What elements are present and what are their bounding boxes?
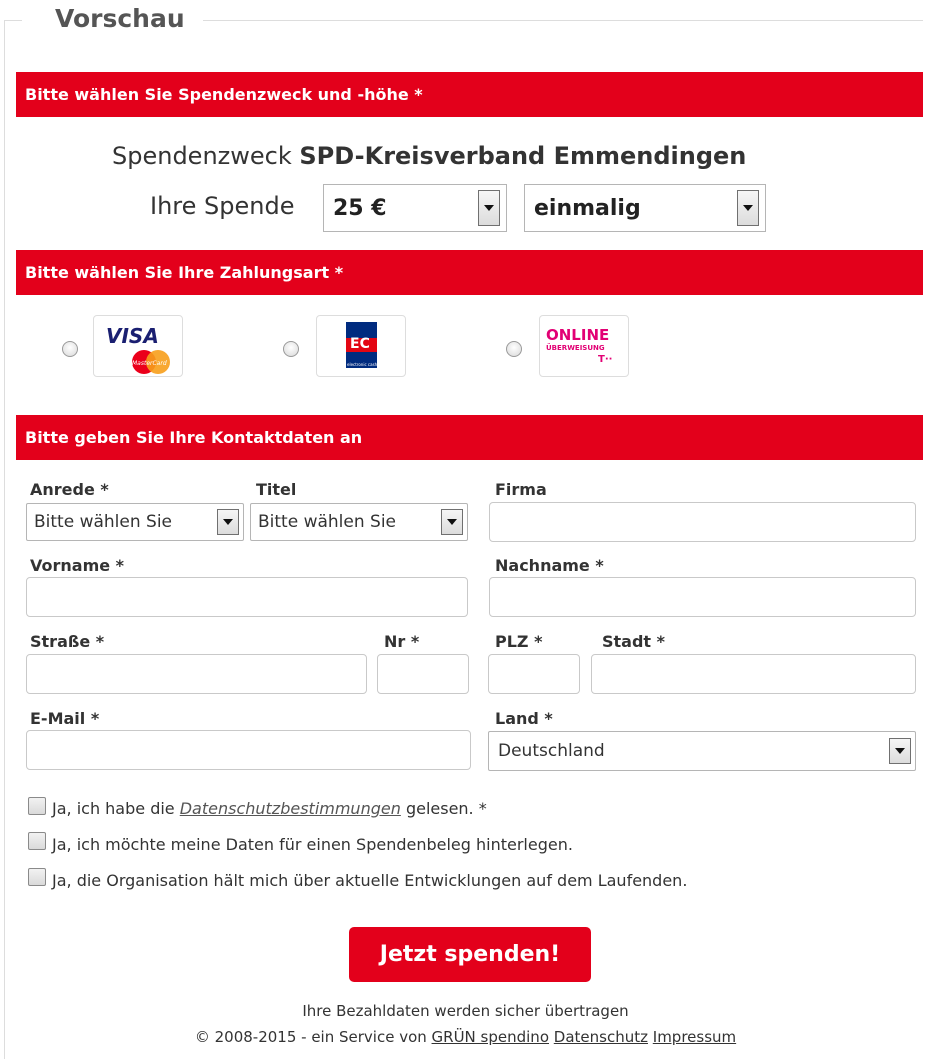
amount-label: Ihre Spende [150, 192, 295, 220]
radio-online-transfer[interactable] [506, 341, 522, 357]
vorname-input[interactable] [26, 577, 468, 617]
nachname-input[interactable] [489, 577, 916, 617]
updates-checkbox[interactable] [28, 868, 46, 886]
nachname-label: Nachname * [495, 556, 604, 575]
anrede-value: Bitte wählen Sie [34, 512, 173, 532]
chevron-down-icon[interactable] [441, 509, 463, 535]
frequency-value: einmalig [534, 195, 641, 221]
online-transfer-logo[interactable]: ONLINE ÜBERWEISUNG T·· [539, 315, 629, 377]
impressum-link[interactable]: Impressum [653, 1028, 736, 1046]
titel-select[interactable]: Bitte wählen Sie [250, 503, 468, 541]
ec-text: EC [350, 336, 370, 352]
copyright-text: © 2008-2015 - ein Service von [194, 1028, 432, 1046]
privacy-policy-link[interactable]: Datenschutzbestimmungen [180, 799, 401, 818]
fieldset-border [203, 20, 923, 21]
updates-checkbox-label: Ja, die Organisation hält mich über aktu… [52, 871, 688, 890]
transfer-text: ÜBERWEISUNG [546, 343, 605, 352]
nr-label: Nr * [384, 632, 420, 651]
chevron-down-icon[interactable] [217, 509, 239, 535]
plz-label: PLZ * [495, 632, 543, 651]
receipt-checkbox[interactable] [28, 832, 46, 850]
footer-links: © 2008-2015 - ein Service von GRÜN spend… [0, 1028, 931, 1046]
chevron-down-icon[interactable] [889, 738, 911, 764]
anrede-select[interactable]: Bitte wählen Sie [26, 503, 244, 541]
privacy-checkbox-label: Ja, ich habe die Datenschutzbestimmungen… [52, 799, 487, 818]
vorname-label: Vorname * [30, 556, 125, 575]
stadt-label: Stadt * [602, 632, 666, 651]
land-select[interactable]: Deutschland [488, 731, 916, 771]
datenschutz-link[interactable]: Datenschutz [554, 1028, 648, 1046]
stadt-input[interactable] [591, 654, 916, 694]
land-value: Deutschland [498, 741, 605, 761]
titel-label: Titel [256, 480, 297, 499]
section-header-purpose: Bitte wählen Sie Spendenzweck und -höhe … [16, 72, 923, 117]
section-header-payment: Bitte wählen Sie Ihre Zahlungsart * [16, 250, 923, 295]
radio-credit-card[interactable] [62, 341, 78, 357]
firma-label: Firma [495, 480, 547, 499]
purpose-label: Spendenzweck [112, 142, 292, 170]
mastercard-text: MasterCard [132, 360, 167, 367]
visa-mastercard-logo[interactable]: VISA MasterCard [93, 315, 183, 377]
chevron-down-icon[interactable] [737, 190, 759, 226]
telekom-icon: T·· [598, 354, 612, 365]
fieldset-border [4, 20, 22, 21]
strasse-input[interactable] [26, 654, 367, 694]
fieldset-border [4, 20, 5, 1059]
purpose-value: SPD-Kreisverband Emmendingen [299, 142, 747, 170]
plz-input[interactable] [488, 654, 580, 694]
email-input[interactable] [26, 730, 471, 770]
purpose-line: Spendenzweck SPD-Kreisverband Emmendinge… [112, 142, 746, 170]
radio-ec-cash[interactable] [283, 341, 299, 357]
donate-button[interactable]: Jetzt spenden! [349, 927, 591, 982]
chevron-down-icon[interactable] [478, 190, 500, 226]
anrede-label: Anrede * [30, 480, 109, 499]
email-label: E-Mail * [30, 709, 100, 728]
preview-legend: Vorschau [55, 4, 185, 33]
receipt-checkbox-label: Ja, ich möchte meine Daten für einen Spe… [52, 835, 573, 854]
ec-subtext: electronic cash [347, 362, 378, 367]
privacy-text-post: gelesen. * [400, 799, 487, 818]
visa-text: VISA [106, 324, 159, 348]
firma-input[interactable] [489, 502, 916, 542]
strasse-label: Straße * [30, 632, 105, 651]
frequency-select[interactable]: einmalig [524, 184, 766, 232]
privacy-text-pre: Ja, ich habe die [52, 799, 180, 818]
brand-link[interactable]: GRÜN spendino [432, 1028, 549, 1046]
privacy-checkbox[interactable] [28, 797, 46, 815]
secure-notice: Ihre Bezahldaten werden sicher übertrage… [302, 1002, 629, 1020]
online-text: ONLINE [546, 326, 609, 344]
ec-logo[interactable]: EC electronic cash [316, 315, 406, 377]
amount-select[interactable]: 25 € [323, 184, 507, 232]
titel-value: Bitte wählen Sie [258, 512, 397, 532]
nr-input[interactable] [377, 654, 469, 694]
section-header-contact: Bitte geben Sie Ihre Kontaktdaten an [16, 415, 923, 460]
land-label: Land * [495, 709, 553, 728]
